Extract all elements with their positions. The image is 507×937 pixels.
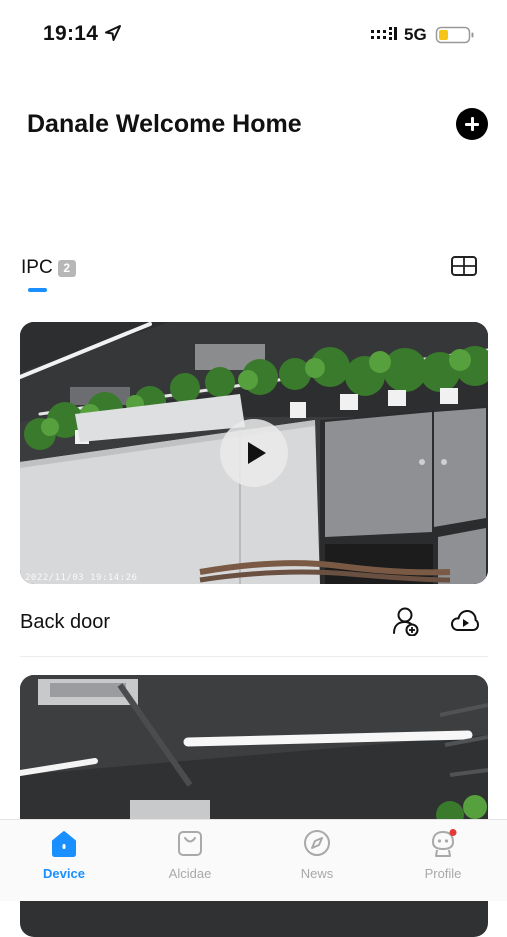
home-icon	[52, 831, 76, 857]
tab-device[interactable]: Device	[19, 828, 109, 881]
device-name[interactable]: Back door	[20, 611, 110, 634]
grid-view-icon[interactable]	[451, 256, 477, 276]
tab-profile[interactable]: Profile	[398, 828, 488, 881]
play-button[interactable]	[220, 419, 288, 487]
home-title: Danale Welcome Home	[27, 110, 302, 138]
profile-robot-icon	[431, 829, 457, 857]
compass-icon	[304, 830, 330, 856]
bag-icon	[178, 831, 202, 856]
cloud-playback-icon[interactable]	[451, 608, 479, 634]
tab-ipc[interactable]: IPC 2	[21, 257, 76, 279]
camera-preview[interactable]: 2022/11/03 19:14:26	[20, 322, 488, 584]
share-user-icon[interactable]	[392, 606, 420, 636]
camera-card: 2022/11/03 19:14:26 Back door	[20, 322, 488, 657]
status-bar: 19:14 5G	[0, 0, 507, 70]
active-tab-indicator	[28, 288, 47, 292]
notification-dot	[449, 829, 457, 836]
tab-news[interactable]: News	[272, 828, 362, 881]
tab-label: News	[300, 866, 334, 881]
bottom-tab-bar: Device Alcidae News Profile	[0, 819, 507, 901]
network-type-label: 5G	[404, 25, 427, 44]
battery-icon	[435, 26, 474, 44]
tab-label: Profile	[424, 866, 462, 881]
tab-ipc-label: IPC	[21, 257, 53, 278]
location-arrow-icon	[105, 25, 121, 41]
tab-label: Alcidae	[168, 866, 212, 881]
signal-icon	[371, 27, 397, 40]
status-time: 19:14	[43, 22, 99, 45]
tab-label: Device	[43, 866, 85, 881]
device-count-badge: 2	[57, 259, 76, 277]
video-timestamp: 2022/11/03 19:14:26	[25, 573, 138, 583]
camera-card-footer: Back door	[20, 584, 488, 657]
add-device-button[interactable]	[456, 108, 488, 140]
tab-alcidae[interactable]: Alcidae	[145, 828, 235, 881]
